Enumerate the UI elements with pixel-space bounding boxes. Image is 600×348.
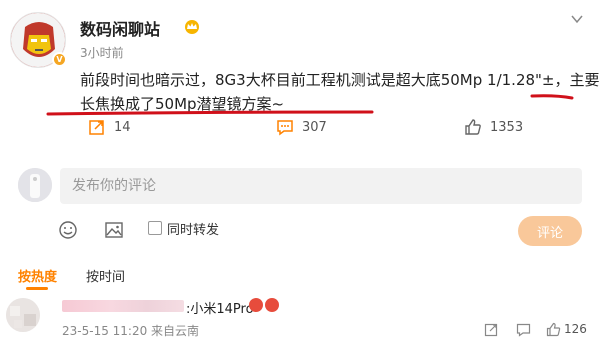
post-content-line-2: 长焦换成了50Mp潜望镜方案~ bbox=[80, 95, 285, 113]
image-icon[interactable] bbox=[104, 220, 124, 240]
post-actions: 14 307 1353 bbox=[0, 118, 600, 142]
thumbs-up-icon[interactable] bbox=[546, 322, 561, 337]
repost-checkbox-label: 同时转发 bbox=[167, 223, 220, 238]
post-content: 前段时间也暗示过，8G3大杯目前工程机测试是超大底50Mp 1/1.28"±，主… bbox=[80, 68, 600, 116]
post-time: 3小时前 bbox=[80, 46, 124, 60]
repost-count: 14 bbox=[114, 119, 131, 135]
current-user-avatar bbox=[18, 168, 52, 202]
emoji-icon[interactable] bbox=[58, 220, 78, 240]
weibo-post: V 数码闲聊站 3小时前 前段时间也暗示过，8G3大杯目前工程机测试是超大底50… bbox=[0, 0, 600, 150]
comment-compose bbox=[18, 168, 582, 204]
comment-text: :小米14Pro bbox=[186, 302, 254, 317]
thumbs-up-icon bbox=[465, 119, 481, 135]
comment-meta: 23-5-15 11:20 来自云南 bbox=[62, 324, 200, 338]
crown-icon bbox=[185, 20, 199, 34]
post-username[interactable]: 数码闲聊站 bbox=[80, 16, 160, 40]
comment-input[interactable] bbox=[60, 168, 582, 204]
verified-badge-icon: V bbox=[52, 52, 67, 67]
comment-like-count: 126 bbox=[564, 322, 587, 336]
commenter-avatar[interactable] bbox=[6, 298, 40, 332]
chevron-down-icon[interactable] bbox=[570, 12, 584, 26]
angry-emoji-icon bbox=[249, 298, 263, 312]
repost-icon[interactable] bbox=[484, 322, 499, 337]
commenter-name-blurred[interactable] bbox=[62, 300, 184, 312]
angry-emoji-icon bbox=[265, 298, 279, 312]
tab-sort-by-hot[interactable]: 按热度 bbox=[18, 266, 57, 285]
like-button[interactable]: 1353 bbox=[464, 118, 523, 136]
tab-sort-by-time[interactable]: 按时间 bbox=[86, 266, 125, 285]
repost-icon bbox=[89, 120, 104, 135]
post-content-line-1: 前段时间也暗示过，8G3大杯目前工程机测试是超大底50Mp 1/1.28"±，主… bbox=[80, 71, 600, 89]
like-count: 1353 bbox=[490, 119, 524, 135]
comment-button[interactable]: 307 bbox=[276, 118, 327, 136]
repost-checkbox[interactable] bbox=[148, 221, 162, 235]
comment-item: :小米14Pro 23-5-15 11:20 来自云南 126 bbox=[0, 298, 600, 348]
comment-icon bbox=[277, 120, 293, 136]
comment-icon[interactable] bbox=[516, 322, 531, 337]
comment-count: 307 bbox=[302, 119, 327, 135]
repost-button[interactable]: 14 bbox=[88, 118, 131, 136]
submit-comment-button[interactable]: 评论 bbox=[518, 216, 582, 246]
active-tab-indicator bbox=[26, 287, 48, 290]
comment-tools: 同时转发 评论 bbox=[0, 216, 600, 246]
